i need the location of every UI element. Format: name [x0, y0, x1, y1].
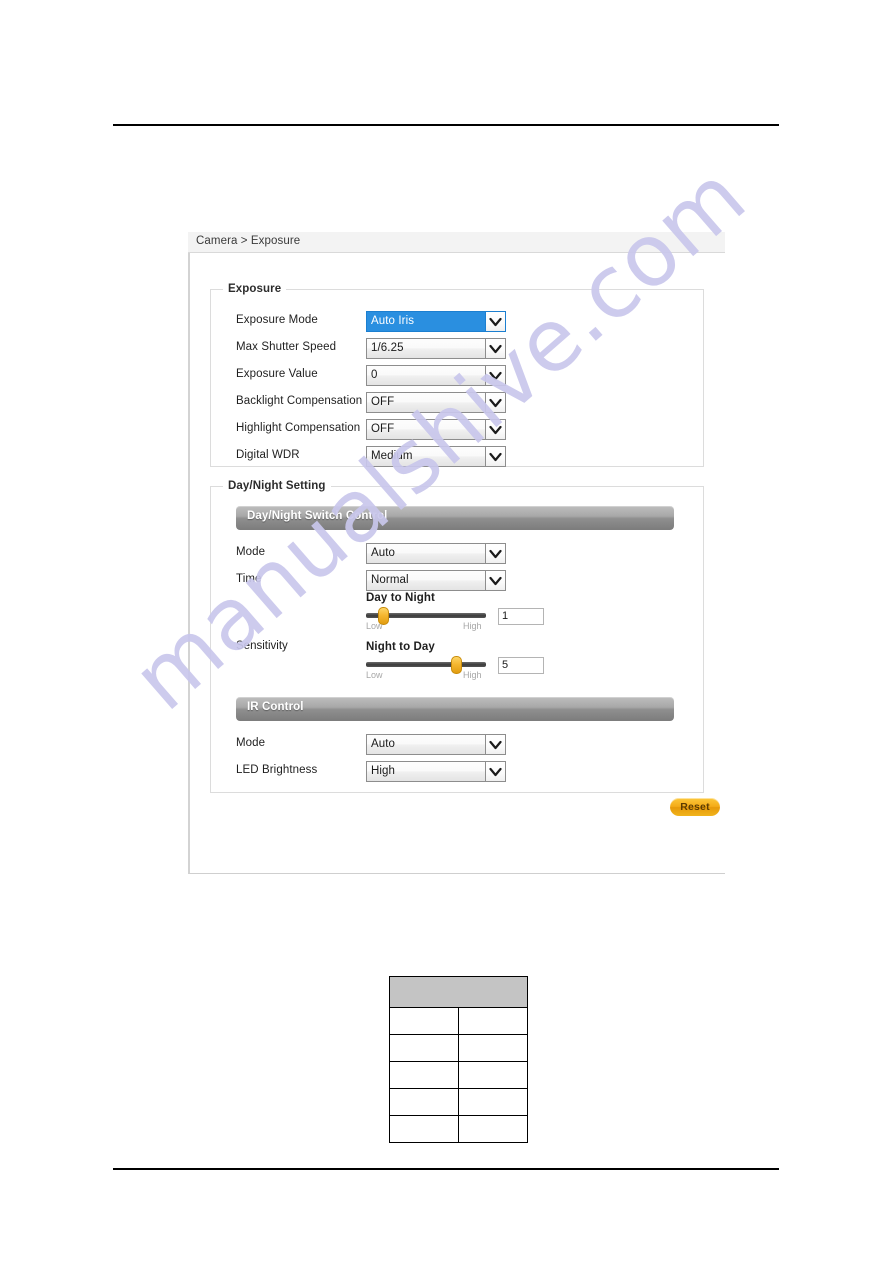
select-highlight-compensation-value: OFF — [371, 423, 395, 435]
select-daynight-mode-value: Auto — [371, 547, 396, 559]
breadcrumb-bar: Camera > Exposure — [188, 232, 725, 253]
table-cell — [458, 1034, 528, 1062]
row-exposure-mode: Exposure Mode Auto Iris — [211, 311, 703, 333]
table-cell — [458, 1007, 528, 1035]
settings-panel: Exposure Exposure Mode Auto Iris Max Shu… — [188, 253, 725, 874]
select-exposure-value[interactable]: 0 — [366, 365, 506, 386]
slider-day-to-night[interactable]: Low High 1 — [366, 607, 546, 631]
label-backlight-compensation: Backlight Compensation — [236, 395, 363, 407]
chevron-down-icon[interactable] — [485, 366, 505, 385]
slider-low-label-night-to-day: Low — [366, 670, 383, 680]
row-highlight-compensation: Highlight Compensation OFF — [211, 419, 703, 441]
page-footer-rule — [113, 1168, 779, 1170]
select-digital-wdr-value: Medium — [371, 450, 413, 462]
table-cell — [389, 1061, 459, 1089]
table-cell — [389, 1088, 459, 1116]
table-header-row — [389, 976, 528, 1008]
row-led-brightness: LED Brightness High — [211, 761, 703, 783]
label-exposure-value: Exposure Value — [236, 368, 318, 380]
chevron-down-icon[interactable] — [485, 571, 505, 590]
select-highlight-compensation[interactable]: OFF — [366, 419, 506, 440]
row-daynight-mode: Mode Auto — [211, 543, 703, 565]
slider-title-day-to-night: Day to Night — [366, 592, 435, 604]
slider-endlabels-night-to-day: Low High — [366, 670, 492, 682]
select-daynight-time-value: Normal — [371, 574, 409, 586]
table-cell — [458, 1088, 528, 1116]
select-digital-wdr[interactable]: Medium — [366, 446, 506, 467]
input-night-to-day-value[interactable]: 5 — [498, 657, 544, 674]
row-max-shutter-speed: Max Shutter Speed 1/6.25 — [211, 338, 703, 360]
label-exposure-mode: Exposure Mode — [236, 314, 318, 326]
label-max-shutter-speed: Max Shutter Speed — [236, 341, 337, 353]
chevron-down-icon[interactable] — [485, 735, 505, 754]
exposure-section: Exposure Exposure Mode Auto Iris Max Shu… — [210, 283, 704, 467]
select-exposure-mode[interactable]: Auto Iris — [366, 311, 506, 332]
slider-endlabels-day-to-night: Low High — [366, 621, 492, 633]
breadcrumb: Camera > Exposure — [196, 235, 301, 247]
label-daynight-mode: Mode — [236, 546, 266, 558]
row-daynight-time: Time Normal — [211, 570, 703, 592]
table-header-cell — [389, 976, 528, 1008]
table-cell — [458, 1061, 528, 1089]
ir-control-bar: IR Control — [236, 697, 674, 721]
reset-button[interactable]: Reset — [670, 798, 720, 816]
select-led-brightness-value: High — [371, 765, 396, 777]
chevron-down-icon[interactable] — [485, 762, 505, 781]
camera-settings-screenshot: Camera > Exposure Exposure Exposure Mode… — [188, 232, 725, 874]
select-daynight-time[interactable]: Normal — [366, 570, 506, 591]
select-max-shutter-speed-value: 1/6.25 — [371, 342, 404, 354]
table-row — [389, 1115, 528, 1143]
select-ir-mode[interactable]: Auto — [366, 734, 506, 755]
table-row — [389, 1034, 528, 1062]
label-daynight-time: Time — [236, 573, 262, 585]
chevron-down-icon[interactable] — [485, 420, 505, 439]
day-night-section-legend: Day/Night Setting — [228, 480, 326, 492]
select-backlight-compensation-value: OFF — [371, 396, 395, 408]
slider-high-label-night-to-day: High — [463, 670, 482, 680]
chevron-down-icon[interactable] — [485, 312, 505, 331]
page-header-rule — [113, 124, 779, 126]
day-night-switch-control-title: Day/Night Switch Control — [247, 510, 388, 522]
row-ir-mode: Mode Auto — [211, 734, 703, 756]
table-cell — [389, 1034, 459, 1062]
slider-group-day-to-night: Day to Night Low High 1 — [366, 592, 546, 631]
table-cell — [389, 1007, 459, 1035]
chevron-down-icon[interactable] — [485, 339, 505, 358]
chevron-down-icon[interactable] — [485, 447, 505, 466]
select-ir-mode-value: Auto — [371, 738, 396, 750]
table-cell — [458, 1115, 528, 1143]
row-digital-wdr: Digital WDR Medium — [211, 446, 703, 468]
table-cell — [389, 1115, 459, 1143]
chevron-down-icon[interactable] — [485, 393, 505, 412]
label-sensitivity: Sensitivity — [236, 640, 288, 652]
select-max-shutter-speed[interactable]: 1/6.25 — [366, 338, 506, 359]
slider-high-label-day-to-night: High — [463, 621, 482, 631]
slider-low-label-day-to-night: Low — [366, 621, 383, 631]
label-led-brightness: LED Brightness — [236, 764, 318, 776]
select-backlight-compensation[interactable]: OFF — [366, 392, 506, 413]
label-ir-mode: Mode — [236, 737, 266, 749]
slider-group-night-to-day: Night to Day Low High 5 — [366, 641, 546, 680]
select-exposure-mode-value: Auto Iris — [371, 315, 415, 327]
day-night-section: Day/Night Setting Day/Night Switch Contr… — [210, 480, 704, 793]
specification-table — [389, 976, 528, 1143]
row-backlight-compensation: Backlight Compensation OFF — [211, 392, 703, 414]
table-row — [389, 1088, 528, 1116]
row-exposure-value: Exposure Value 0 — [211, 365, 703, 387]
input-day-to-night-value[interactable]: 1 — [498, 608, 544, 625]
table-row — [389, 1007, 528, 1035]
select-daynight-mode[interactable]: Auto — [366, 543, 506, 564]
slider-title-night-to-day: Night to Day — [366, 641, 435, 653]
label-highlight-compensation: Highlight Compensation — [236, 422, 361, 434]
slider-night-to-day[interactable]: Low High 5 — [366, 656, 546, 680]
select-exposure-value-value: 0 — [371, 369, 378, 381]
slider-track-night-to-day[interactable] — [366, 662, 486, 667]
label-digital-wdr: Digital WDR — [236, 449, 300, 461]
day-night-switch-control-bar: Day/Night Switch Control — [236, 506, 674, 530]
ir-control-title: IR Control — [247, 701, 304, 713]
table-row — [389, 1061, 528, 1089]
select-led-brightness[interactable]: High — [366, 761, 506, 782]
exposure-section-legend: Exposure — [228, 283, 282, 295]
chevron-down-icon[interactable] — [485, 544, 505, 563]
